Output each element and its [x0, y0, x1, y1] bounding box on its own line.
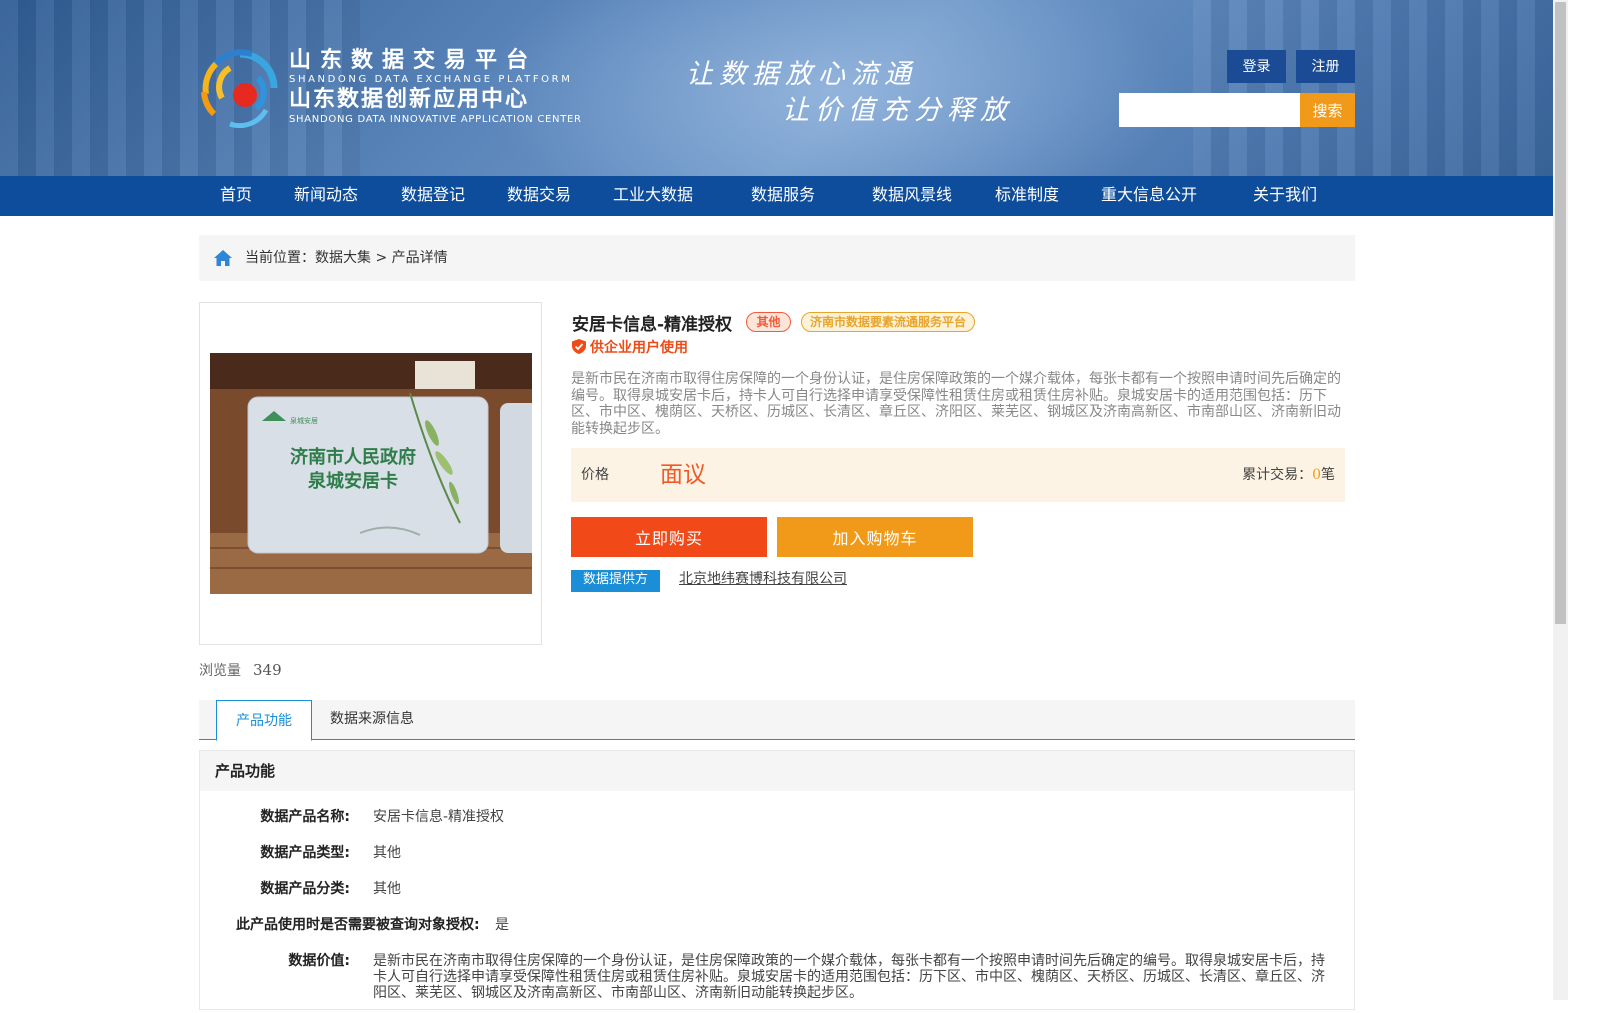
brand-name-cn: 山东数据交易平台	[289, 48, 538, 73]
view-count-value: 349	[253, 661, 282, 679]
product-image-frame: 泉城安居 济南市人民政府 泉城安居卡	[199, 302, 542, 645]
search-input[interactable]	[1119, 93, 1301, 127]
detail-row-value: 安居卡信息-精准授权	[373, 809, 505, 825]
main-nav: 首页 新闻动态 数据登记 数据交易 工业大数据 数据服务 数据风景线 标准制度 …	[0, 176, 1553, 216]
shield-check-icon	[572, 339, 586, 354]
detail-row-key: 数据产品类型:	[260, 845, 350, 861]
trade-count-label: 累计交易：	[1242, 467, 1313, 483]
trade-count-value: 0	[1312, 467, 1321, 483]
center-name-en: SHANDONG DATA INNOVATIVE APPLICATION CEN…	[289, 114, 582, 125]
buy-now-button[interactable]: 立即购买	[571, 517, 767, 557]
breadcrumb-text: 当前位置：数据大集 > 产品详情	[245, 250, 448, 266]
section-title: 产品功能	[200, 751, 1354, 791]
nav-item-standards[interactable]: 标准制度	[995, 176, 1059, 214]
nav-item-data-services[interactable]: 数据服务	[751, 176, 815, 214]
product-title: 安居卡信息-精准授权	[572, 315, 733, 335]
brand-block: 山东数据交易平台 SHANDONG DATA EXCHANGE PLATFORM…	[289, 48, 582, 126]
detail-row-value: 是	[495, 917, 509, 933]
slogan-line-1: 让数据放心流通	[686, 59, 917, 90]
login-button[interactable]: 登录	[1227, 50, 1286, 83]
detail-row-value: 其他	[373, 881, 401, 897]
product-description: 是新市民在济南市取得住房保障的一个身份认证，是住房保障政策的一个媒介载体，每张卡…	[571, 371, 1341, 437]
nav-item-disclosure[interactable]: 重大信息公开	[1101, 176, 1197, 214]
category-tag: 其他	[746, 312, 791, 332]
add-to-cart-button[interactable]: 加入购物车	[777, 517, 973, 557]
detail-row-key: 数据产品分类:	[260, 881, 350, 897]
brand-name-en: SHANDONG DATA EXCHANGE PLATFORM	[289, 74, 573, 85]
detail-row-value: 是新市民在济南市取得住房保障的一个身份认证，是住房保障政策的一个媒介载体，每张卡…	[373, 953, 1325, 1001]
register-button[interactable]: 注册	[1296, 50, 1355, 83]
detail-row: 数据产品类型: 其他	[200, 845, 1350, 865]
provider-link[interactable]: 北京地纬赛博科技有限公司	[679, 570, 847, 588]
provider-tag: 数据提供方	[571, 570, 660, 592]
nav-item-home[interactable]: 首页	[220, 176, 252, 214]
product-function-section: 产品功能 数据产品名称: 安居卡信息-精准授权 数据产品类型: 其他 数据产品分…	[199, 750, 1355, 1010]
price-panel: 价格 面议 累计交易：0笔	[571, 448, 1345, 502]
tab-product-function[interactable]: 产品功能	[216, 700, 312, 741]
tab-data-source[interactable]: 数据来源信息	[322, 700, 422, 740]
platform-logo-icon[interactable]	[200, 48, 280, 130]
trade-count-unit: 笔	[1321, 467, 1335, 483]
header-curtain-decoration	[1193, 0, 1553, 176]
slogan-line-2: 让价值充分释放	[782, 95, 1013, 126]
platform-tag[interactable]: 济南市数据要素流通服务平台	[801, 312, 975, 332]
nav-item-data-registration[interactable]: 数据登记	[401, 176, 465, 214]
detail-row: 数据产品分类: 其他	[200, 881, 1350, 901]
enterprise-use-note: 供企业用户使用	[572, 337, 688, 357]
detail-row: 数据价值: 是新市民在济南市取得住房保障的一个身份认证，是住房保障政策的一个媒介…	[200, 953, 1350, 1013]
nav-item-about-us[interactable]: 关于我们	[1253, 176, 1317, 214]
detail-tabs: 产品功能 数据来源信息	[199, 700, 1355, 741]
view-count: 浏览量 349	[199, 660, 282, 680]
card-text-anju: 泉城安居卡	[308, 470, 398, 492]
nav-item-industrial-big-data[interactable]: 工业大数据	[613, 176, 693, 214]
enterprise-use-text: 供企业用户使用	[590, 340, 688, 356]
nav-item-data-landscape[interactable]: 数据风景线	[872, 176, 952, 214]
price-label: 价格	[581, 467, 609, 483]
center-name-cn: 山东数据创新应用中心	[289, 87, 530, 112]
card-brand-text: 泉城安居	[290, 416, 318, 425]
view-count-label: 浏览量	[199, 663, 241, 679]
detail-row: 数据产品名称: 安居卡信息-精准授权	[200, 809, 1350, 829]
product-image[interactable]: 泉城安居 济南市人民政府 泉城安居卡	[210, 353, 532, 594]
search-button[interactable]: 搜索	[1300, 93, 1355, 127]
scrollbar-thumb[interactable]	[1555, 2, 1566, 624]
detail-row-key: 此产品使用时是否需要被查询对象授权:	[236, 917, 480, 933]
breadcrumb: 当前位置：数据大集 > 产品详情	[199, 235, 1355, 281]
home-icon[interactable]	[213, 248, 233, 268]
trade-count: 累计交易：0笔	[1242, 448, 1335, 502]
detail-row-value: 其他	[373, 845, 401, 861]
page-scrollbar[interactable]	[1553, 0, 1568, 1000]
nav-item-data-trading[interactable]: 数据交易	[507, 176, 571, 214]
card-text-government: 济南市人民政府	[290, 446, 416, 468]
nav-item-news[interactable]: 新闻动态	[294, 176, 358, 214]
detail-row: 此产品使用时是否需要被查询对象授权: 是	[200, 917, 1350, 937]
price-value: 面议	[660, 462, 706, 488]
detail-row-key: 数据产品名称:	[260, 809, 350, 825]
detail-row-key: 数据价值:	[288, 953, 350, 969]
site-header: 山东数据交易平台 SHANDONG DATA EXCHANGE PLATFORM…	[0, 0, 1553, 176]
